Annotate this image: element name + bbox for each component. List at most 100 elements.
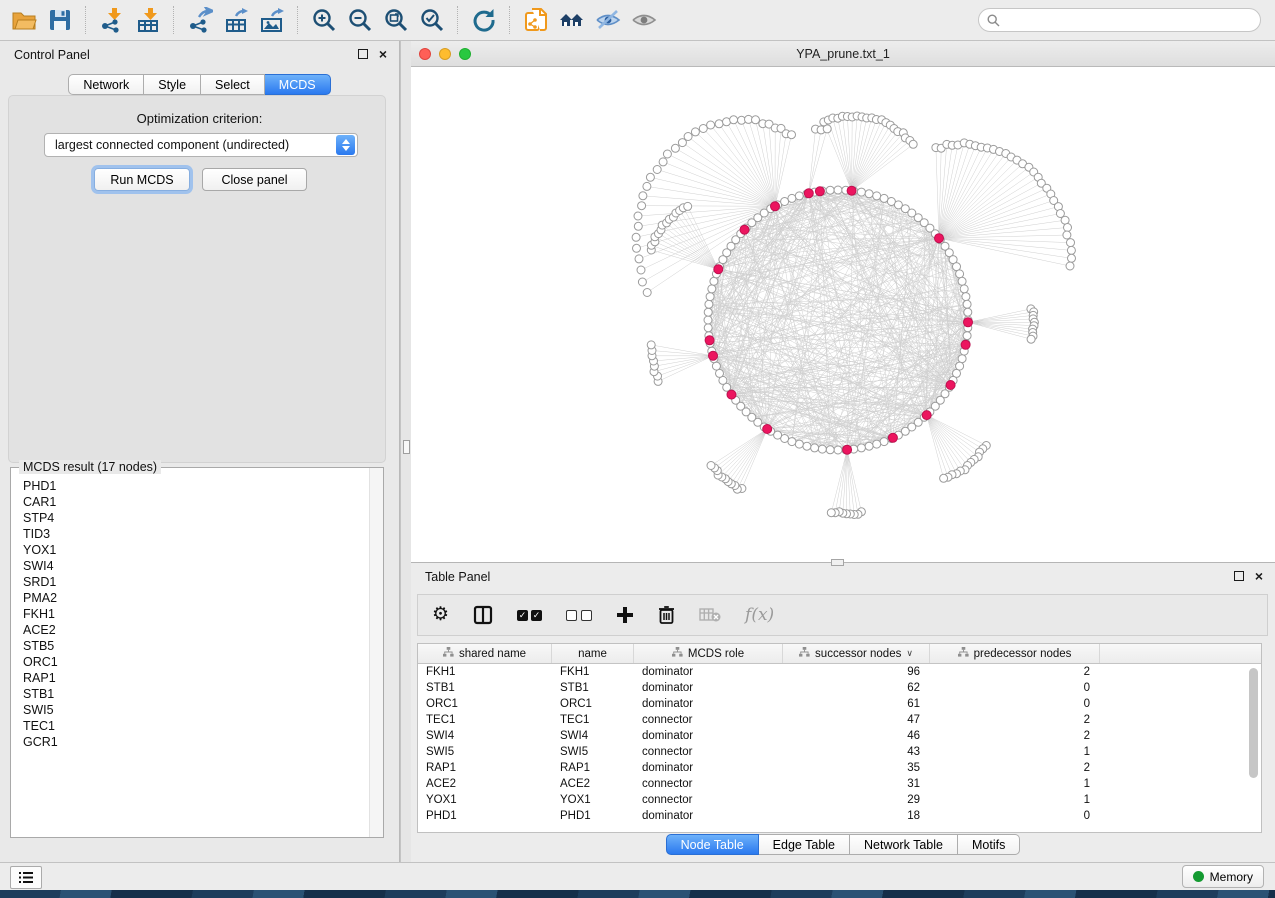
mcds-result-item[interactable]: SWI4 xyxy=(23,558,383,574)
cell-shared-name[interactable]: FKH1 xyxy=(418,666,552,678)
cell-MCDS-role[interactable]: dominator xyxy=(634,682,783,694)
minimize-window-icon[interactable] xyxy=(439,48,451,60)
mcds-result-item[interactable]: SWI5 xyxy=(23,702,383,718)
memory-button[interactable]: Memory xyxy=(1182,865,1264,888)
column-header-MCDS-role[interactable]: MCDS role xyxy=(634,644,783,663)
table-row[interactable]: TEC1TEC1connector472 xyxy=(418,712,1261,728)
cell-name[interactable]: PHD1 xyxy=(552,810,634,822)
cell-name[interactable]: YOX1 xyxy=(552,794,634,806)
mcds-result-item[interactable]: RAP1 xyxy=(23,670,383,686)
mcds-result-item[interactable]: STB5 xyxy=(23,638,383,654)
cell-shared-name[interactable]: TEC1 xyxy=(418,714,552,726)
cell-name[interactable]: ORC1 xyxy=(552,698,634,710)
cell-shared-name[interactable]: YOX1 xyxy=(418,794,552,806)
zoom-in-icon[interactable] xyxy=(306,5,342,35)
cell-predecessor-nodes[interactable]: 0 xyxy=(930,698,1100,710)
mcds-result-item[interactable]: YOX1 xyxy=(23,542,383,558)
tab-mcds[interactable]: MCDS xyxy=(265,74,331,95)
cell-shared-name[interactable]: SWI5 xyxy=(418,746,552,758)
cell-MCDS-role[interactable]: dominator xyxy=(634,698,783,710)
zoom-fit-icon[interactable] xyxy=(378,5,414,35)
cell-shared-name[interactable]: SWI4 xyxy=(418,730,552,742)
mcds-result-item[interactable]: FKH1 xyxy=(23,606,383,622)
mcds-result-item[interactable]: CAR1 xyxy=(23,494,383,510)
tab-select[interactable]: Select xyxy=(201,74,265,95)
cell-name[interactable]: TEC1 xyxy=(552,714,634,726)
table-row[interactable]: ORC1ORC1dominator610 xyxy=(418,696,1261,712)
import-network-icon[interactable] xyxy=(94,5,130,35)
cell-predecessor-nodes[interactable]: 0 xyxy=(930,682,1100,694)
deselect-all-icon[interactable] xyxy=(566,602,592,628)
tab-network[interactable]: Network xyxy=(68,74,144,95)
table-scrollbar-thumb[interactable] xyxy=(1249,668,1258,778)
cell-name[interactable]: RAP1 xyxy=(552,762,634,774)
tab-motifs[interactable]: Motifs xyxy=(958,834,1020,855)
cell-successor-nodes[interactable]: 62 xyxy=(783,682,930,694)
network-titlebar[interactable]: YPA_prune.txt_1 xyxy=(411,41,1275,67)
import-table-icon[interactable] xyxy=(130,5,166,35)
cell-successor-nodes[interactable]: 47 xyxy=(783,714,930,726)
add-row-icon[interactable] xyxy=(616,602,634,628)
cell-MCDS-role[interactable]: connector xyxy=(634,746,783,758)
panel-divider-vertical[interactable] xyxy=(400,41,411,862)
cell-name[interactable]: FKH1 xyxy=(552,666,634,678)
cell-MCDS-role[interactable]: dominator xyxy=(634,810,783,822)
export-image-icon[interactable] xyxy=(254,5,290,35)
close-panel-icon[interactable]: × xyxy=(1255,571,1263,581)
cell-successor-nodes[interactable]: 35 xyxy=(783,762,930,774)
column-header-shared-name[interactable]: shared name xyxy=(418,644,552,663)
cell-successor-nodes[interactable]: 18 xyxy=(783,810,930,822)
open-session-icon[interactable] xyxy=(6,5,42,35)
run-mcds-button[interactable]: Run MCDS xyxy=(94,168,190,191)
column-header-predecessor-nodes[interactable]: predecessor nodes xyxy=(930,644,1100,663)
divider-handle[interactable] xyxy=(403,440,410,454)
delete-row-icon[interactable] xyxy=(658,602,675,628)
table-row[interactable]: STB1STB1dominator620 xyxy=(418,680,1261,696)
table-row[interactable]: ACE2ACE2connector311 xyxy=(418,776,1261,792)
network-canvas[interactable] xyxy=(411,67,1275,562)
cell-predecessor-nodes[interactable]: 2 xyxy=(930,666,1100,678)
zoom-selected-icon[interactable] xyxy=(414,5,450,35)
cell-MCDS-role[interactable]: connector xyxy=(634,794,783,806)
export-table-icon[interactable] xyxy=(218,5,254,35)
mcds-result-item[interactable]: TID3 xyxy=(23,526,383,542)
column-header-name[interactable]: name xyxy=(552,644,634,663)
divider-handle-horizontal[interactable] xyxy=(831,559,844,566)
zoom-out-icon[interactable] xyxy=(342,5,378,35)
cell-predecessor-nodes[interactable]: 0 xyxy=(930,810,1100,822)
mcds-result-item[interactable]: STP4 xyxy=(23,510,383,526)
cell-name[interactable]: SWI5 xyxy=(552,746,634,758)
mcds-result-item[interactable]: ACE2 xyxy=(23,622,383,638)
cell-successor-nodes[interactable]: 43 xyxy=(783,746,930,758)
cell-shared-name[interactable]: ORC1 xyxy=(418,698,552,710)
cell-predecessor-nodes[interactable]: 2 xyxy=(930,714,1100,726)
cell-MCDS-role[interactable]: dominator xyxy=(634,666,783,678)
mcds-result-list[interactable]: PHD1CAR1STP4TID3YOX1SWI4SRD1PMA2FKH1ACE2… xyxy=(11,468,383,750)
tab-edge-table[interactable]: Edge Table xyxy=(759,834,850,855)
column-layout-icon[interactable] xyxy=(473,602,493,628)
float-window-icon[interactable] xyxy=(1234,571,1244,581)
close-panel-icon[interactable]: × xyxy=(379,49,387,59)
export-network-icon[interactable] xyxy=(182,5,218,35)
close-panel-button[interactable]: Close panel xyxy=(202,168,307,191)
close-window-icon[interactable] xyxy=(419,48,431,60)
mcds-result-item[interactable]: ORC1 xyxy=(23,654,383,670)
maximize-window-icon[interactable] xyxy=(459,48,471,60)
cell-predecessor-nodes[interactable]: 1 xyxy=(930,778,1100,790)
cell-MCDS-role[interactable]: connector xyxy=(634,714,783,726)
cell-shared-name[interactable]: RAP1 xyxy=(418,762,552,774)
cell-predecessor-nodes[interactable]: 2 xyxy=(930,730,1100,742)
mcds-result-item[interactable]: PMA2 xyxy=(23,590,383,606)
cell-name[interactable]: ACE2 xyxy=(552,778,634,790)
table-row[interactable]: FKH1FKH1dominator962 xyxy=(418,664,1261,680)
cell-successor-nodes[interactable]: 29 xyxy=(783,794,930,806)
mcds-result-item[interactable]: STB1 xyxy=(23,686,383,702)
table-row[interactable]: PHD1PHD1dominator180 xyxy=(418,808,1261,824)
mcds-result-item[interactable]: PHD1 xyxy=(23,478,383,494)
cell-name[interactable]: STB1 xyxy=(552,682,634,694)
cell-predecessor-nodes[interactable]: 1 xyxy=(930,746,1100,758)
cell-successor-nodes[interactable]: 61 xyxy=(783,698,930,710)
cell-successor-nodes[interactable]: 46 xyxy=(783,730,930,742)
refresh-icon[interactable] xyxy=(466,5,502,35)
search-box[interactable] xyxy=(978,8,1261,32)
